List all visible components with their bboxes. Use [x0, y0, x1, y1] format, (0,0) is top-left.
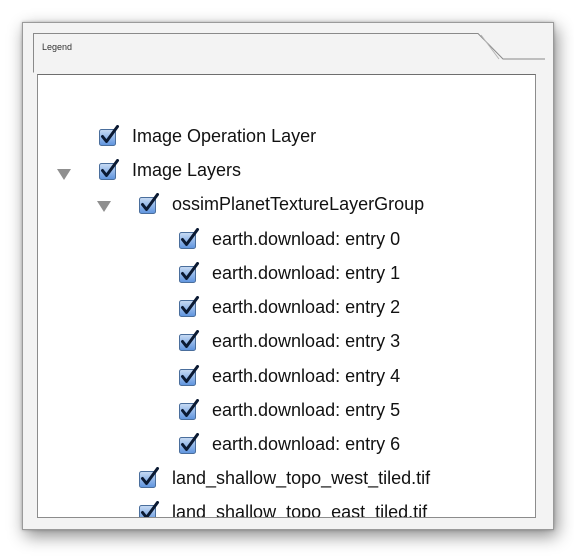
- checkbox-checked-icon[interactable]: [138, 467, 160, 489]
- tree-item-label: Image Operation Layer: [132, 125, 317, 146]
- tree-item-label: land_shallow_topo_east_tiled.tif: [172, 501, 428, 518]
- tree-item-texture-layer-group[interactable]: ossimPlanetTextureLayerGroup: [138, 189, 424, 219]
- disclosure-triangle-icon[interactable]: [57, 169, 71, 180]
- legend-tab-label[interactable]: Legend: [42, 42, 72, 52]
- tree-item-label: earth.download: entry 4: [212, 365, 401, 386]
- checkbox-checked-icon[interactable]: [178, 296, 200, 318]
- checkbox-checked-icon[interactable]: [178, 228, 200, 250]
- tree-item-image-layers[interactable]: Image Layers: [98, 155, 241, 185]
- tree-item-label: earth.download: entry 6: [212, 433, 401, 454]
- checkbox-checked-icon[interactable]: [178, 262, 200, 284]
- checkbox-checked-icon[interactable]: [178, 330, 200, 352]
- disclosure-triangle-icon[interactable]: [97, 201, 111, 212]
- tree-item-label: land_shallow_topo_west_tiled.tif: [172, 467, 431, 488]
- checkbox-checked-icon[interactable]: [138, 501, 160, 517]
- tree-item-entry-1[interactable]: earth.download: entry 1: [178, 258, 400, 288]
- tree-item-entry-3[interactable]: earth.download: entry 3: [178, 326, 400, 356]
- legend-window: Legend Image Operation Layer Image Layer…: [22, 22, 554, 530]
- tree-item-entry-2[interactable]: earth.download: entry 2: [178, 292, 400, 322]
- tree-item-label: earth.download: entry 3: [212, 330, 401, 351]
- checkbox-checked-icon[interactable]: [178, 365, 200, 387]
- tree-item-label: earth.download: entry 5: [212, 399, 401, 420]
- tree-item-east-tif[interactable]: land_shallow_topo_east_tiled.tif: [138, 497, 428, 518]
- tree-item-entry-5[interactable]: earth.download: entry 5: [178, 395, 400, 425]
- tree-item-label: earth.download: entry 2: [212, 296, 401, 317]
- tree-item-label: Image Layers: [132, 159, 242, 180]
- tree-item-entry-4[interactable]: earth.download: entry 4: [178, 361, 400, 391]
- checkbox-checked-icon[interactable]: [138, 193, 160, 215]
- tree-item-label: earth.download: entry 0: [212, 228, 401, 249]
- layer-tree[interactable]: Image Operation Layer Image Layers ossim…: [37, 74, 536, 518]
- tree-item-entry-0[interactable]: earth.download: entry 0: [178, 224, 400, 254]
- checkbox-checked-icon[interactable]: [178, 399, 200, 421]
- checkbox-checked-icon[interactable]: [98, 125, 120, 147]
- tree-item-image-operation-layer[interactable]: Image Operation Layer: [98, 121, 316, 151]
- tab-outline: [33, 33, 545, 73]
- checkbox-checked-icon[interactable]: [98, 159, 120, 181]
- tree-item-west-tif[interactable]: land_shallow_topo_west_tiled.tif: [138, 463, 430, 493]
- tree-item-label: ossimPlanetTextureLayerGroup: [172, 193, 425, 214]
- checkbox-checked-icon[interactable]: [178, 433, 200, 455]
- tree-item-label: earth.download: entry 1: [212, 262, 401, 283]
- legend-tab-strip: Legend: [33, 33, 545, 73]
- tree-item-entry-6[interactable]: earth.download: entry 6: [178, 429, 400, 459]
